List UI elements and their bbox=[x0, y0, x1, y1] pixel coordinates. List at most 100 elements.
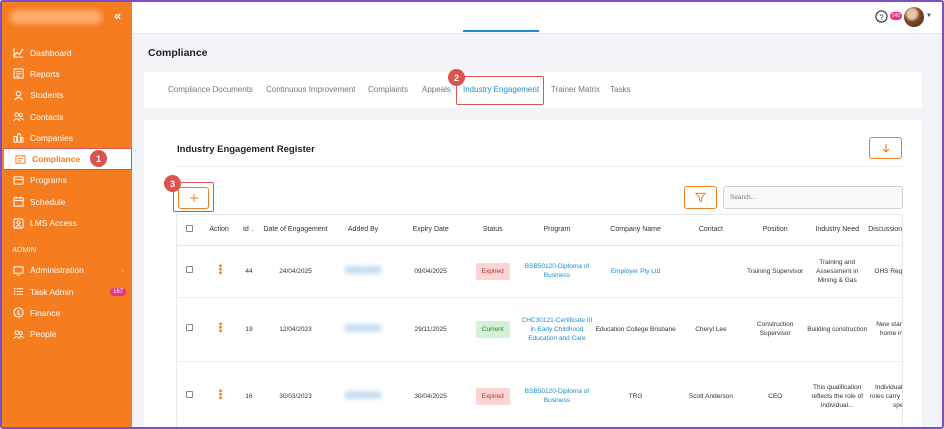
cell-contact bbox=[677, 245, 745, 298]
programs-icon bbox=[12, 174, 24, 186]
search-input[interactable] bbox=[723, 186, 903, 209]
select-all-cell bbox=[177, 215, 202, 246]
row-checkbox[interactable] bbox=[185, 324, 193, 331]
cell-contact: Scott Anderson bbox=[677, 361, 745, 427]
row-checkbox[interactable] bbox=[185, 391, 193, 398]
sidebar-item-label: Contacts bbox=[30, 111, 64, 122]
cell-added-by bbox=[329, 297, 397, 362]
tab-compliance-documents[interactable]: Compliance Documents bbox=[168, 85, 253, 94]
col-header-industry-need: Industry Need bbox=[806, 215, 869, 246]
cell-id: 16 bbox=[236, 361, 262, 427]
tab-appeals[interactable]: Appeals bbox=[422, 85, 451, 94]
filter-button[interactable] bbox=[684, 186, 717, 209]
report-icon bbox=[12, 68, 24, 80]
cell-program[interactable]: BSB50120-Diploma of Business bbox=[520, 361, 594, 427]
collapse-sidebar-icon[interactable]: « bbox=[114, 8, 121, 23]
notification-badge[interactable]: 140 bbox=[889, 12, 902, 20]
svg-text:$: $ bbox=[16, 310, 20, 317]
cell-discussion: OHS Requirements bbox=[868, 245, 902, 298]
svg-text:?: ? bbox=[879, 12, 883, 21]
sidebar-item-finance[interactable]: $ Finance bbox=[2, 302, 132, 323]
row-actions-icon[interactable]: ••• bbox=[214, 389, 225, 400]
sidebar-item-label: Students bbox=[30, 90, 64, 101]
add-engagement-button[interactable] bbox=[178, 187, 209, 209]
sidebar-item-companies[interactable]: Companies bbox=[2, 127, 132, 148]
companies-icon bbox=[12, 132, 24, 144]
sidebar-item-programs[interactable]: Programs bbox=[2, 170, 132, 191]
cell-program[interactable]: BSB50120-Diploma of Business bbox=[520, 245, 594, 298]
cell-program[interactable]: CHC30121-Certificate III in Early Childh… bbox=[520, 297, 594, 362]
col-header-id[interactable]: Id ⌄ bbox=[236, 215, 262, 246]
sidebar-item-compliance[interactable]: Compliance bbox=[4, 148, 132, 170]
sidebar-item-schedule[interactable]: Schedule bbox=[2, 191, 132, 212]
cell-discussion: New standards for home insulation bbox=[868, 297, 902, 362]
chevron-down-icon[interactable]: ▼ bbox=[926, 13, 932, 19]
redacted-name bbox=[344, 265, 383, 274]
sidebar-item-task-admin[interactable]: Task Admin 167 bbox=[2, 281, 132, 302]
sidebar-item-students[interactable]: Students bbox=[2, 85, 132, 106]
download-button[interactable] bbox=[869, 137, 902, 159]
sort-icon: ⌄ bbox=[250, 226, 255, 233]
avatar[interactable] bbox=[904, 7, 924, 27]
tab-continuous-improvement[interactable]: Continuous Improvement bbox=[266, 85, 355, 94]
cell-id: 19 bbox=[236, 297, 262, 362]
sidebar-item-contacts[interactable]: Contacts bbox=[2, 106, 132, 127]
select-all-checkbox[interactable] bbox=[185, 224, 193, 232]
sidebar-item-label: People bbox=[30, 329, 57, 340]
col-header-added-by: Added By bbox=[329, 215, 397, 246]
sidebar-item-lms-access[interactable]: LMS Access bbox=[2, 212, 132, 233]
cell-company: TRG bbox=[593, 361, 678, 427]
cell-id: 44 bbox=[236, 245, 262, 298]
tab-complaints[interactable]: Complaints bbox=[368, 85, 408, 94]
cell-status: Expired bbox=[465, 245, 521, 298]
sidebar-nav: Dashboard Reports Students Contacts Comp… bbox=[2, 42, 132, 345]
tab-trainer-matrix[interactable]: Trainer Matrix bbox=[551, 85, 600, 94]
sidebar-item-label: Dashboard bbox=[30, 47, 72, 58]
status-badge: Current bbox=[475, 320, 510, 338]
app-window: « Dashboard Reports Students Contacts Co… bbox=[0, 0, 944, 429]
cell-position: Construction Supervisor bbox=[744, 297, 807, 362]
cell-company[interactable]: Employer Pty Ltd bbox=[593, 245, 678, 298]
table-row: ••• 19 12/04/2023 29/11/2025 Current CHC… bbox=[177, 297, 902, 362]
row-actions-icon[interactable]: ••• bbox=[214, 264, 225, 275]
cell-industry-need: Training and Assessment in Mining & Gas bbox=[806, 245, 869, 298]
col-header-contact: Contact bbox=[677, 215, 745, 246]
people-icon bbox=[12, 328, 24, 340]
sidebar-item-people[interactable]: People bbox=[2, 324, 132, 345]
tab-tasks[interactable]: Tasks bbox=[610, 85, 630, 94]
status-badge: Expired bbox=[475, 262, 510, 280]
help-icon[interactable]: ? bbox=[875, 10, 888, 23]
sidebar-item-label: Finance bbox=[30, 307, 61, 318]
sidebar-item-dashboard[interactable]: Dashboard bbox=[2, 42, 132, 63]
col-header-discussion: Discussion Point bbox=[868, 215, 902, 246]
cell-expiry: 09/04/2025 bbox=[396, 245, 465, 298]
sidebar: « Dashboard Reports Students Contacts Co… bbox=[2, 2, 132, 427]
students-icon bbox=[12, 89, 24, 101]
col-header-action: Action bbox=[201, 215, 237, 246]
highlight-box-tab bbox=[456, 76, 544, 105]
task-count-badge: 167 bbox=[109, 287, 126, 296]
redacted-name bbox=[344, 323, 383, 332]
cell-date: 24/04/2025 bbox=[261, 245, 330, 298]
col-header-date: Date of Engagement bbox=[261, 215, 330, 246]
col-header-program: Program bbox=[520, 215, 594, 246]
row-actions-icon[interactable]: ••• bbox=[214, 322, 225, 333]
calendar-icon bbox=[12, 196, 24, 208]
sidebar-item-administration[interactable]: Administration › bbox=[2, 260, 132, 281]
table-row: ••• 44 24/04/2025 09/04/2025 Expired BSB… bbox=[177, 245, 902, 298]
chart-line-icon bbox=[12, 47, 24, 59]
cell-industry-need: Building construction bbox=[806, 297, 869, 362]
sidebar-item-reports[interactable]: Reports bbox=[2, 63, 132, 84]
row-checkbox[interactable] bbox=[185, 266, 193, 273]
engagement-table: Action Id ⌄ Date of Engagement Added By … bbox=[176, 214, 903, 427]
sidebar-item-label: LMS Access bbox=[30, 218, 77, 229]
admin-icon bbox=[12, 264, 24, 276]
plus-icon bbox=[189, 194, 198, 202]
table-header-row: Action Id ⌄ Date of Engagement Added By … bbox=[177, 215, 902, 246]
register-title: Industry Engagement Register bbox=[177, 144, 315, 155]
cell-industry-need: This qualification reflects the role of … bbox=[806, 361, 869, 427]
sidebar-item-label: Task Admin bbox=[30, 286, 74, 297]
chevron-right-icon: › bbox=[121, 265, 124, 275]
task-icon bbox=[12, 286, 24, 298]
cell-date: 30/03/2023 bbox=[261, 361, 330, 427]
